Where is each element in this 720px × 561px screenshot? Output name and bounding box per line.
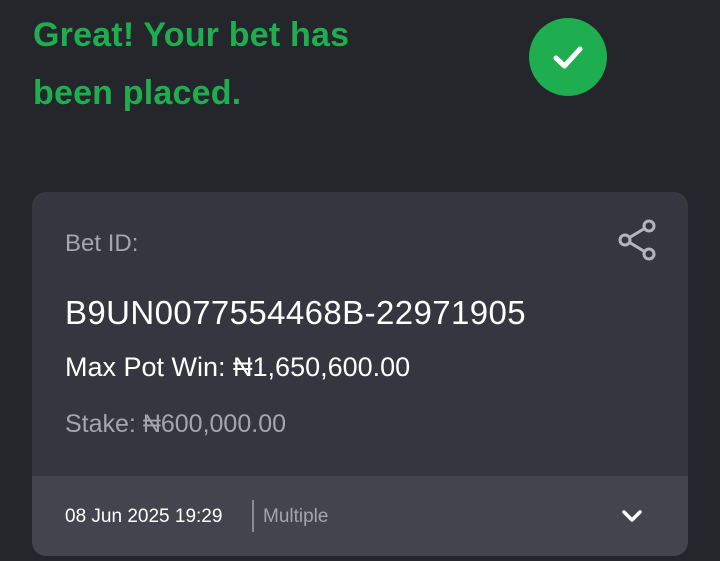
share-button[interactable] (616, 218, 660, 262)
bet-id-value: B9UN0077554468B-22971905 (65, 294, 526, 331)
max-pot-win: Max Pot Win: ₦1,650,600.00 (65, 352, 411, 382)
footer-divider (252, 500, 254, 532)
bet-id-label: Bet ID: (65, 230, 139, 257)
success-heading-line-1: Great! Your bet has (33, 16, 350, 54)
share-icon (618, 219, 656, 261)
success-heading: Great! Your bet has been placed. (33, 6, 453, 122)
expand-button[interactable] (615, 499, 649, 533)
chevron-down-icon (622, 510, 642, 522)
success-heading-line-2: been placed. (33, 74, 242, 112)
bet-date: 08 Jun 2025 19:29 (65, 506, 223, 527)
stake-amount: Stake: ₦600,000.00 (65, 410, 286, 438)
bet-confirmation-screen: Great! Your bet has been placed. Bet ID:… (0, 0, 720, 561)
bet-details-footer[interactable]: 08 Jun 2025 19:29 Multiple (32, 476, 688, 556)
bet-type: Multiple (263, 506, 329, 527)
bet-receipt-card: Bet ID: B9UN0077554468B-22971905 Max Pot… (32, 192, 688, 556)
check-circle-icon (529, 18, 607, 96)
